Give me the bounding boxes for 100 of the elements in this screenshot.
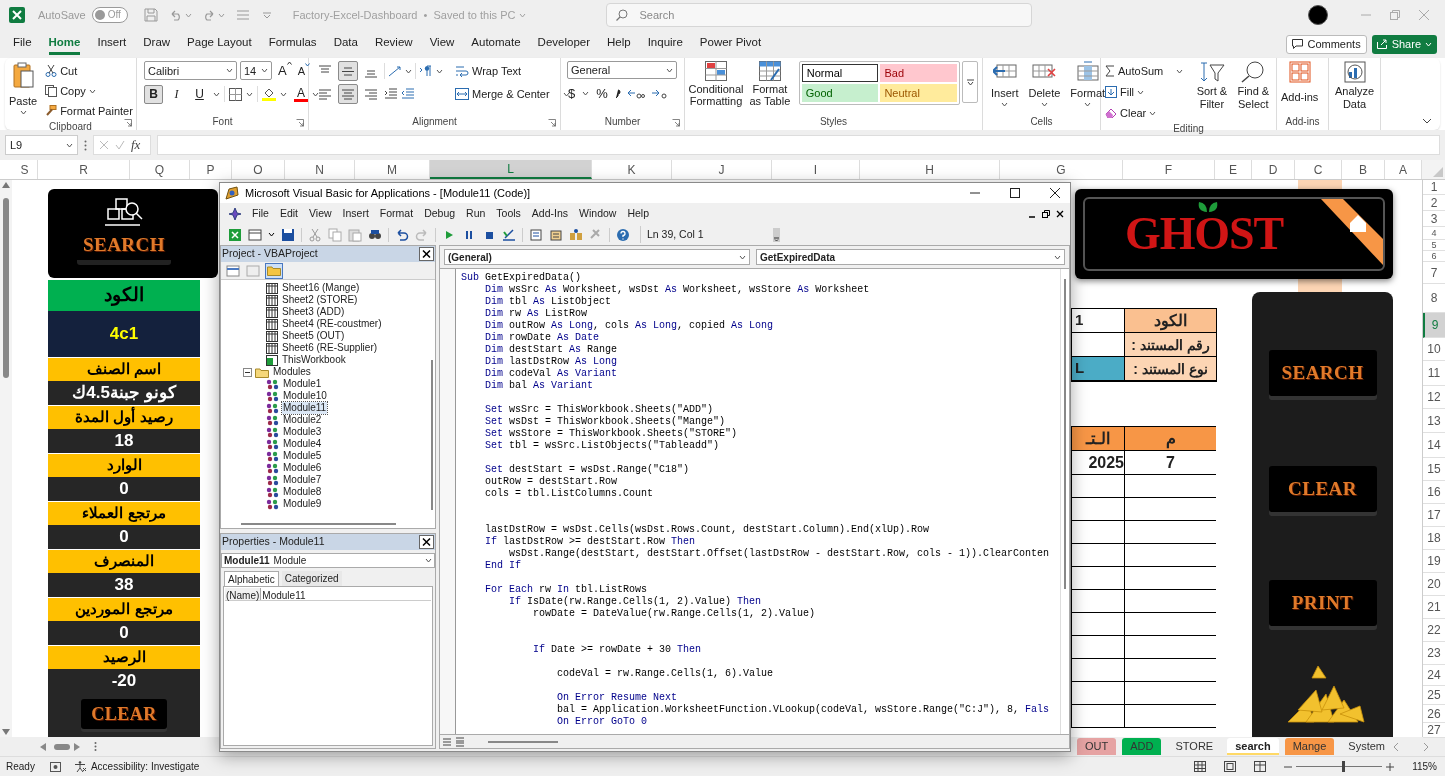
row-header[interactable]: 11 bbox=[1423, 361, 1445, 386]
object-dropdown[interactable]: (General) bbox=[444, 249, 750, 265]
tab-prev-icon[interactable] bbox=[1393, 741, 1399, 752]
row-header[interactable]: 20 bbox=[1423, 573, 1445, 596]
copy-button[interactable]: Copy bbox=[45, 81, 133, 101]
paste-button[interactable]: Paste bbox=[9, 61, 38, 115]
object-browser-icon[interactable] bbox=[569, 227, 583, 242]
scrollbar-thumb[interactable] bbox=[488, 740, 558, 743]
font-size-dropdown[interactable]: 14 bbox=[240, 61, 272, 81]
menu-item[interactable]: File bbox=[251, 205, 270, 222]
text-angle-icon[interactable] bbox=[388, 65, 402, 77]
fill-color-icon[interactable] bbox=[262, 87, 276, 101]
sheet-tab[interactable]: Mange bbox=[1284, 738, 1335, 755]
alignment-button[interactable] bbox=[338, 61, 358, 81]
increase-decimal-icon[interactable] bbox=[626, 87, 645, 100]
properties-icon[interactable] bbox=[549, 227, 563, 242]
menu-item[interactable]: Run bbox=[465, 205, 487, 222]
dialog-launcher-icon[interactable] bbox=[296, 119, 304, 127]
zoom-slider-thumb[interactable] bbox=[1342, 761, 1346, 772]
dialog-launcher-icon[interactable] bbox=[548, 119, 556, 127]
menu-item[interactable]: Add-Ins bbox=[530, 205, 570, 222]
row-header[interactable]: 16 bbox=[1423, 481, 1445, 504]
row-header[interactable]: 1 bbox=[1423, 180, 1445, 195]
grow-font-button[interactable]: A bbox=[278, 61, 292, 81]
tree-item[interactable]: Sheet5 (OUT) bbox=[281, 330, 346, 342]
menu-item[interactable]: Debug bbox=[423, 205, 457, 222]
column-header[interactable]: G bbox=[1000, 160, 1123, 179]
menu-item[interactable]: Help bbox=[626, 205, 650, 222]
toolbar-overflow-icon[interactable] bbox=[773, 227, 780, 242]
menu-item[interactable]: Tools bbox=[495, 205, 522, 222]
borders-icon[interactable] bbox=[229, 87, 242, 101]
row-header[interactable]: 5 bbox=[1423, 240, 1445, 251]
ribbon-tab[interactable]: Formulas bbox=[268, 33, 317, 55]
menu-item[interactable]: Insert bbox=[341, 205, 370, 222]
page-layout-view-icon[interactable] bbox=[1224, 761, 1237, 772]
font-style-button[interactable]: I bbox=[167, 84, 186, 104]
cell-style-button[interactable]: Normal bbox=[801, 64, 879, 82]
column-header[interactable]: H bbox=[860, 160, 1000, 179]
row-header[interactable]: 21 bbox=[1423, 596, 1445, 619]
column-header[interactable]: B bbox=[1342, 160, 1385, 179]
cell-style-button[interactable]: Neutral bbox=[880, 84, 958, 102]
row-header[interactable]: 7 bbox=[1423, 262, 1445, 284]
scrollbar-thumb[interactable] bbox=[3, 198, 9, 378]
close-icon[interactable] bbox=[1050, 188, 1060, 198]
ribbon-tab[interactable]: Review bbox=[374, 33, 413, 55]
row-header[interactable]: 22 bbox=[1423, 619, 1445, 642]
toggle-folders-button[interactable] bbox=[265, 262, 283, 279]
add-ins-button[interactable]: Add-ins bbox=[1281, 61, 1319, 106]
maximize-icon[interactable] bbox=[1010, 188, 1020, 198]
pane-close-icon[interactable] bbox=[419, 247, 434, 261]
column-header[interactable]: J bbox=[672, 160, 772, 179]
autosum-button[interactable]: AutoSum bbox=[1105, 61, 1184, 81]
font-name-dropdown[interactable]: Calibri bbox=[144, 61, 237, 81]
column-header[interactable]: Q bbox=[130, 160, 190, 179]
row-header[interactable]: 2 bbox=[1423, 195, 1445, 211]
search-field[interactable]: Search bbox=[606, 3, 1033, 27]
column-header[interactable]: N bbox=[285, 160, 355, 179]
sheet-tab[interactable]: STORE bbox=[1167, 738, 1222, 755]
pane-close-icon[interactable] bbox=[419, 535, 434, 549]
menu-item[interactable]: Format bbox=[378, 205, 415, 222]
row-header[interactable]: 26 bbox=[1423, 705, 1445, 723]
menu-item[interactable]: View bbox=[308, 205, 333, 222]
tree-item[interactable]: Modules bbox=[272, 366, 312, 378]
scissors-icon[interactable] bbox=[308, 227, 322, 242]
tree-item[interactable]: Module3 bbox=[282, 426, 323, 438]
column-header[interactable]: P bbox=[190, 160, 232, 179]
customize-caret-icon[interactable] bbox=[262, 11, 271, 19]
tree-item[interactable]: Module11 bbox=[282, 402, 328, 414]
shrink-font-button[interactable]: A bbox=[297, 62, 310, 79]
properties-tab[interactable]: Alphabetic bbox=[224, 571, 279, 586]
format-as-table-button[interactable]: Format as Table bbox=[747, 61, 793, 107]
row-header[interactable]: 23 bbox=[1423, 642, 1445, 665]
column-header[interactable]: E bbox=[1215, 160, 1252, 179]
property-value[interactable]: Module11 bbox=[261, 588, 307, 600]
tree-item[interactable]: Sheet3 (ADD) bbox=[281, 306, 346, 318]
zoom-in-icon[interactable] bbox=[1386, 762, 1395, 771]
row-header[interactable]: 17 bbox=[1423, 504, 1445, 527]
scroll-up-icon[interactable] bbox=[2, 182, 10, 188]
scrollbar-thumb[interactable] bbox=[431, 360, 433, 510]
row-header[interactable]: 10 bbox=[1423, 338, 1445, 361]
excel-view-icon[interactable] bbox=[228, 227, 242, 242]
tab-scroll-right-icon[interactable] bbox=[74, 742, 80, 751]
ribbon-tab[interactable]: Insert bbox=[97, 33, 127, 55]
row-header[interactable]: 12 bbox=[1423, 386, 1445, 409]
cells-button[interactable]: Format bbox=[1070, 61, 1106, 107]
cut-button[interactable]: Cut bbox=[45, 61, 133, 81]
page-break-view-icon[interactable] bbox=[1254, 761, 1267, 772]
ribbon-tab[interactable]: Power Pivot bbox=[699, 33, 762, 55]
ribbon-tab[interactable]: Automate bbox=[471, 33, 521, 55]
name-box[interactable]: L9 bbox=[5, 135, 78, 155]
tree-item[interactable]: Module8 bbox=[282, 486, 323, 498]
excel-logo-icon[interactable] bbox=[9, 7, 25, 23]
row-header[interactable]: 4 bbox=[1423, 227, 1445, 240]
column-header[interactable]: I bbox=[772, 160, 860, 179]
mdi-close-icon[interactable] bbox=[1056, 209, 1064, 218]
formula-input[interactable] bbox=[157, 135, 1440, 155]
column-header[interactable]: S bbox=[12, 160, 38, 179]
row-header[interactable]: 18 bbox=[1423, 527, 1445, 550]
number-format-dropdown[interactable]: General bbox=[567, 61, 677, 79]
row-header[interactable]: 6 bbox=[1423, 251, 1445, 262]
